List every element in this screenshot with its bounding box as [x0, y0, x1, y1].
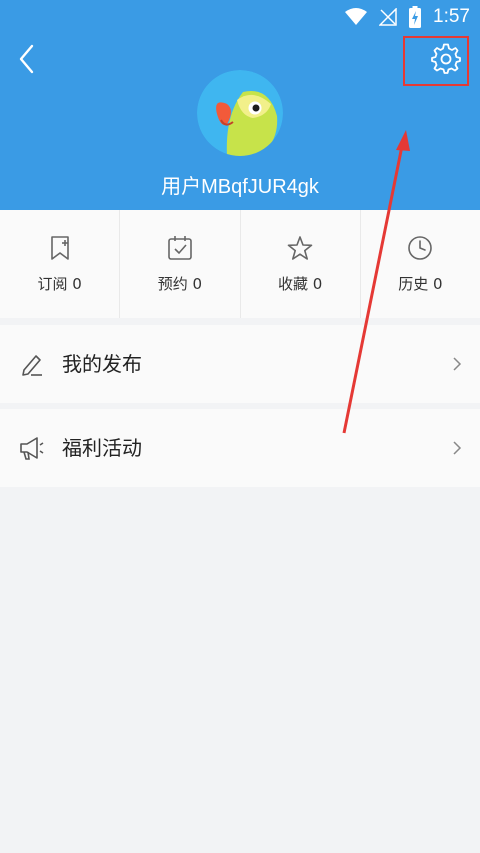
clock: 1:57 — [433, 6, 470, 27]
parrot-avatar-icon — [197, 70, 283, 156]
menu-item-welfare[interactable]: 福利活动 — [0, 409, 480, 487]
pencil-icon — [22, 355, 42, 376]
stat-label: 收藏 — [277, 274, 308, 293]
annotation-highlight-box — [403, 36, 469, 86]
bookmark-add-icon — [50, 235, 69, 260]
stats-bar: 订阅 0 预约 0 收藏 0 历史 0 — [0, 210, 480, 318]
avatar[interactable] — [197, 70, 283, 156]
star-icon — [287, 235, 313, 260]
status-bar: 1:57 — [0, 0, 480, 34]
profile-header: 1:57 用户MBqfJUR4gk — [0, 0, 480, 210]
menu-item-label: 我的发布 — [62, 352, 142, 376]
menu-item-my-posts[interactable]: 我的发布 — [0, 325, 480, 403]
back-button[interactable] — [14, 42, 42, 76]
wifi-icon — [345, 8, 368, 25]
stat-count: 0 — [72, 274, 82, 293]
stat-label: 历史 — [398, 274, 429, 293]
chevron-right-icon — [453, 441, 462, 455]
back-arrow-icon — [19, 44, 34, 74]
no-signal-icon — [379, 8, 397, 26]
megaphone-icon — [20, 437, 44, 460]
stat-label: 订阅 — [37, 274, 68, 293]
clock-icon — [408, 235, 433, 260]
battery-icon — [409, 6, 422, 28]
stat-history[interactable]: 历史 0 — [361, 210, 480, 318]
stat-count: 0 — [192, 274, 203, 293]
stat-subscribe[interactable]: 订阅 0 — [0, 210, 121, 318]
stat-label: 预约 — [157, 274, 188, 293]
stat-favorite[interactable]: 收藏 0 — [241, 210, 361, 318]
calendar-check-icon — [168, 235, 192, 260]
username: 用户MBqfJUR4gk — [161, 176, 319, 198]
menu-item-label: 福利活动 — [62, 436, 142, 460]
stat-reserve[interactable]: 预约 0 — [120, 210, 241, 318]
stat-count: 0 — [312, 274, 323, 293]
chevron-right-icon — [453, 357, 462, 371]
stat-count: 0 — [433, 274, 443, 293]
